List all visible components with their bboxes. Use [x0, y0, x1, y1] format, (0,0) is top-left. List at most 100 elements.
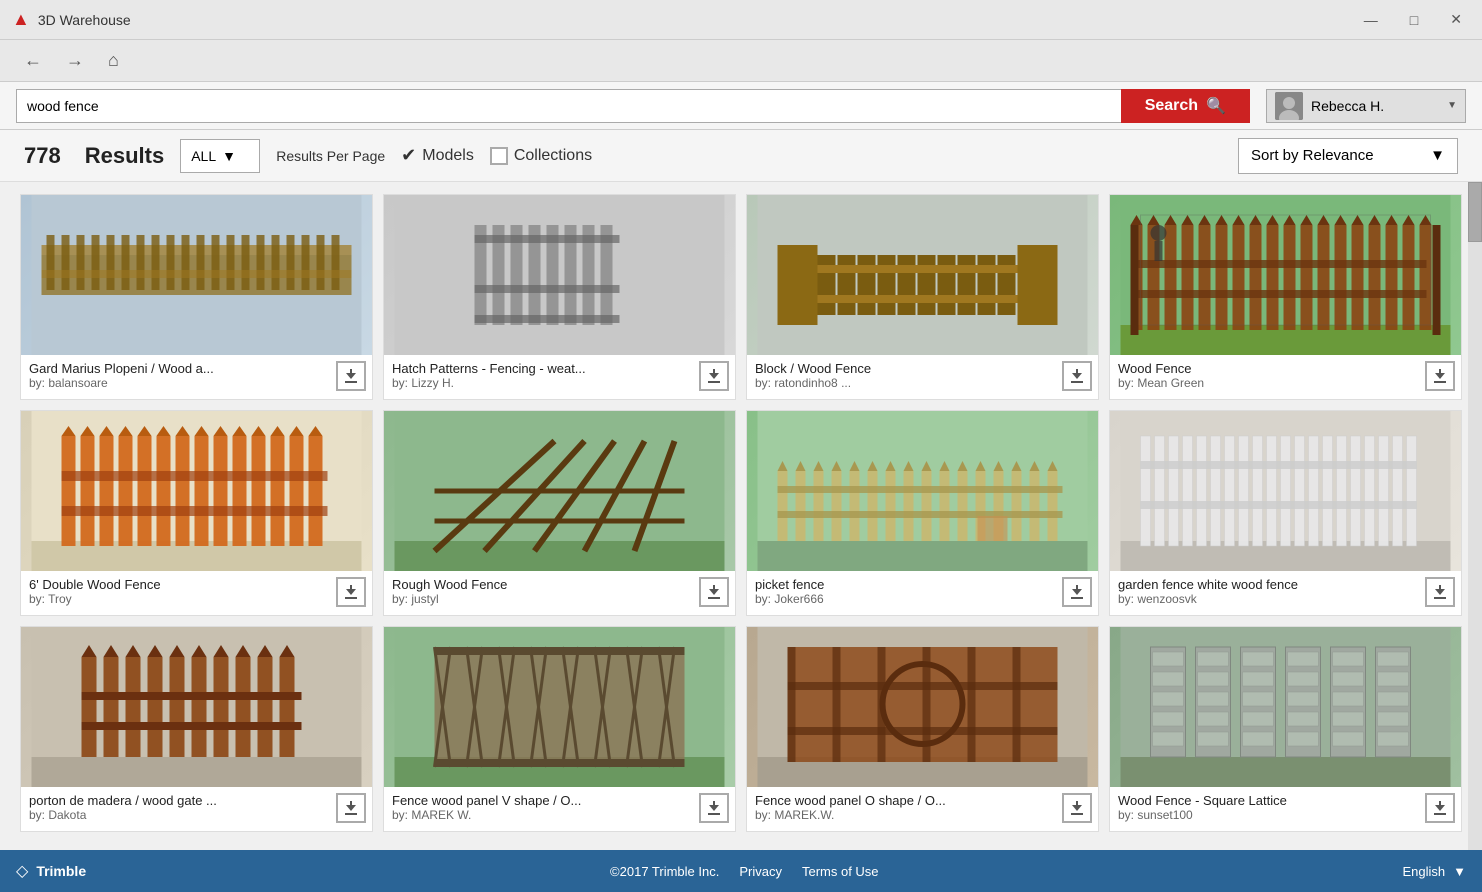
download-button[interactable]	[699, 793, 729, 823]
footer-language: English	[1402, 864, 1445, 879]
user-dropdown-arrow-icon: ▼	[1447, 100, 1457, 111]
footer-privacy-link[interactable]: Privacy	[739, 864, 782, 879]
search-button[interactable]: Search 🔍	[1121, 89, 1250, 123]
sort-dropdown[interactable]: Sort by Relevance ▼	[1238, 138, 1458, 174]
download-button[interactable]	[1062, 361, 1092, 391]
model-thumbnail	[1110, 195, 1461, 355]
models-checkbox-item[interactable]: ✔ Models	[401, 145, 474, 166]
model-thumbnail	[21, 627, 372, 787]
model-card[interactable]: garden fence white wood fence by: wenzoo…	[1109, 410, 1462, 616]
model-info: picket fence by: Joker666	[747, 571, 1098, 615]
home-button[interactable]: ⌂	[100, 46, 127, 75]
search-bar: Search 🔍 Rebecca H. ▼	[0, 82, 1482, 130]
model-author: by: justyl	[392, 592, 699, 606]
model-name: porton de madera / wood gate ...	[29, 793, 336, 808]
model-card[interactable]: Hatch Patterns - Fencing - weat... by: L…	[383, 194, 736, 400]
footer-left: ◇ Trimble	[16, 861, 86, 881]
model-author: by: balansoare	[29, 376, 336, 390]
model-name: Wood Fence - Square Lattice	[1118, 793, 1425, 808]
footer-terms-link[interactable]: Terms of Use	[802, 864, 879, 879]
model-info: Block / Wood Fence by: ratondinho8 ...	[747, 355, 1098, 399]
filter-label: ALL	[191, 148, 216, 164]
model-card[interactable]: Fence wood panel V shape / O... by: MARE…	[383, 626, 736, 832]
sort-label: Sort by Relevance	[1251, 147, 1422, 164]
download-button[interactable]	[699, 577, 729, 607]
download-button[interactable]	[1062, 793, 1092, 823]
model-grid: Gard Marius Plopeni / Wood a... by: bala…	[20, 194, 1462, 832]
model-name: Fence wood panel V shape / O...	[392, 793, 699, 808]
model-thumbnail	[384, 411, 735, 571]
model-info: porton de madera / wood gate ... by: Dak…	[21, 787, 372, 831]
model-info: Rough Wood Fence by: justyl	[384, 571, 735, 615]
download-button[interactable]	[336, 361, 366, 391]
maximize-button[interactable]: □	[1402, 8, 1426, 32]
collections-checkbox-item[interactable]: Collections	[490, 147, 592, 165]
model-card[interactable]: Block / Wood Fence by: ratondinho8 ...	[746, 194, 1099, 400]
back-button[interactable]: ←	[16, 46, 50, 75]
sort-dropdown-arrow-icon: ▼	[1430, 147, 1445, 164]
download-button[interactable]	[1425, 361, 1455, 391]
model-info: Hatch Patterns - Fencing - weat... by: L…	[384, 355, 735, 399]
download-button[interactable]	[1425, 577, 1455, 607]
forward-button[interactable]: →	[58, 46, 92, 75]
search-input[interactable]	[16, 89, 1121, 123]
title-bar-controls: — □ ✕	[1356, 7, 1470, 32]
model-author: by: Joker666	[755, 592, 1062, 606]
model-name: Block / Wood Fence	[755, 361, 1062, 376]
download-button[interactable]	[336, 577, 366, 607]
results-bar: 778 Results ALL ▼ Results Per Page ✔ Mod…	[0, 130, 1482, 182]
app-logo: ▲	[12, 9, 30, 30]
model-info: Fence wood panel O shape / O... by: MARE…	[747, 787, 1098, 831]
title-bar: ▲ 3D Warehouse — □ ✕	[0, 0, 1482, 40]
model-card[interactable]: Rough Wood Fence by: justyl	[383, 410, 736, 616]
model-name: Gard Marius Plopeni / Wood a...	[29, 361, 336, 376]
scrollbar-track[interactable]	[1468, 182, 1482, 850]
model-card[interactable]: Wood Fence by: Mean Green	[1109, 194, 1462, 400]
model-card[interactable]: Fence wood panel O shape / O... by: MARE…	[746, 626, 1099, 832]
model-name: Fence wood panel O shape / O...	[755, 793, 1062, 808]
user-dropdown[interactable]: Rebecca H. ▼	[1266, 89, 1466, 123]
close-button[interactable]: ✕	[1442, 7, 1470, 32]
app-title: 3D Warehouse	[38, 12, 131, 28]
model-card[interactable]: picket fence by: Joker666	[746, 410, 1099, 616]
model-info: Fence wood panel V shape / O... by: MARE…	[384, 787, 735, 831]
model-thumbnail	[384, 195, 735, 355]
model-info: Gard Marius Plopeni / Wood a... by: bala…	[21, 355, 372, 399]
download-button[interactable]	[699, 361, 729, 391]
results-count: 778	[24, 143, 61, 169]
model-info: 6' Double Wood Fence by: Troy	[21, 571, 372, 615]
minimize-button[interactable]: —	[1356, 8, 1386, 32]
trimble-logo-icon: ◇	[16, 861, 28, 881]
model-thumbnail	[21, 195, 372, 355]
model-author: by: MAREK.W.	[755, 808, 1062, 822]
model-author: by: Mean Green	[1118, 376, 1425, 390]
model-thumbnail	[747, 411, 1098, 571]
footer-copyright: ©2017 Trimble Inc.	[610, 864, 719, 879]
model-name: garden fence white wood fence	[1118, 577, 1425, 592]
model-info: Wood Fence - Square Lattice by: sunset10…	[1110, 787, 1461, 831]
filter-dropdown[interactable]: ALL ▼	[180, 139, 260, 173]
filter-dropdown-arrow-icon: ▼	[222, 148, 236, 164]
model-name: 6' Double Wood Fence	[29, 577, 336, 592]
model-name: Hatch Patterns - Fencing - weat...	[392, 361, 699, 376]
download-button[interactable]	[336, 793, 366, 823]
user-avatar	[1275, 92, 1303, 120]
main-content: Gard Marius Plopeni / Wood a... by: bala…	[0, 182, 1482, 850]
search-icon: 🔍	[1206, 96, 1226, 116]
model-name: Wood Fence	[1118, 361, 1425, 376]
model-card[interactable]: 6' Double Wood Fence by: Troy	[20, 410, 373, 616]
download-button[interactable]	[1062, 577, 1092, 607]
footer-language-arrow-icon: ▼	[1453, 864, 1466, 879]
model-author: by: ratondinho8 ...	[755, 376, 1062, 390]
footer-brand: Trimble	[36, 863, 86, 879]
model-name: picket fence	[755, 577, 1062, 592]
scrollbar-thumb[interactable]	[1468, 182, 1482, 242]
model-thumbnail	[21, 411, 372, 571]
models-label: Models	[422, 147, 474, 165]
models-checkmark-icon: ✔	[401, 145, 416, 166]
model-card[interactable]: Wood Fence - Square Lattice by: sunset10…	[1109, 626, 1462, 832]
model-card[interactable]: porton de madera / wood gate ... by: Dak…	[20, 626, 373, 832]
footer: ◇ Trimble ©2017 Trimble Inc. Privacy Ter…	[0, 850, 1482, 892]
download-button[interactable]	[1425, 793, 1455, 823]
model-card[interactable]: Gard Marius Plopeni / Wood a... by: bala…	[20, 194, 373, 400]
